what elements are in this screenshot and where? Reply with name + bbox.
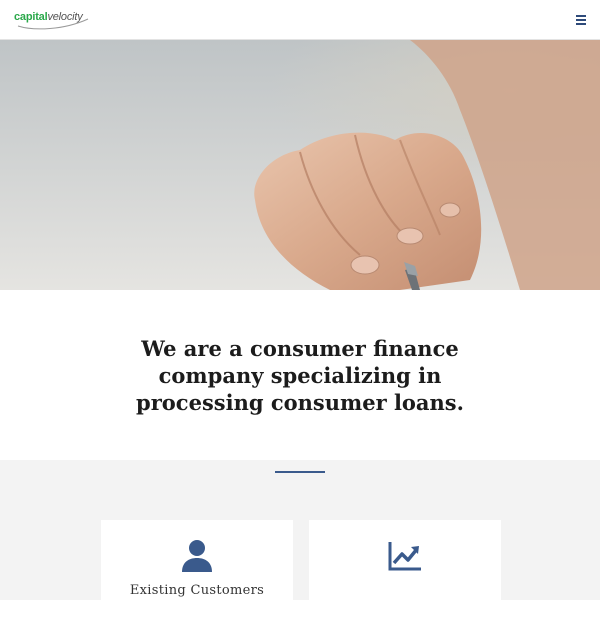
user-icon bbox=[182, 540, 212, 572]
chart-line-icon bbox=[388, 542, 421, 571]
features-section: Existing Customers bbox=[0, 460, 600, 620]
card-label: Existing Customers bbox=[129, 583, 265, 598]
tagline-heading: We are a consumer finance company specia… bbox=[136, 336, 464, 415]
logo-capital-text: capital bbox=[14, 11, 48, 23]
section-divider bbox=[275, 471, 325, 473]
hand-holding-pen-illustration bbox=[0, 40, 600, 290]
site-header: capitalvelocity bbox=[0, 0, 600, 40]
hero-image bbox=[0, 40, 600, 290]
tagline-section: We are a consumer finance company specia… bbox=[0, 290, 600, 460]
existing-customers-card[interactable]: Existing Customers bbox=[101, 520, 293, 620]
brand-logo[interactable]: capitalvelocity bbox=[14, 9, 94, 31]
hamburger-menu-icon[interactable] bbox=[574, 13, 588, 27]
chart-card[interactable] bbox=[309, 520, 501, 620]
logo-wordmark: capitalvelocity bbox=[14, 11, 83, 23]
logo-velocity-text: velocity bbox=[47, 11, 83, 23]
